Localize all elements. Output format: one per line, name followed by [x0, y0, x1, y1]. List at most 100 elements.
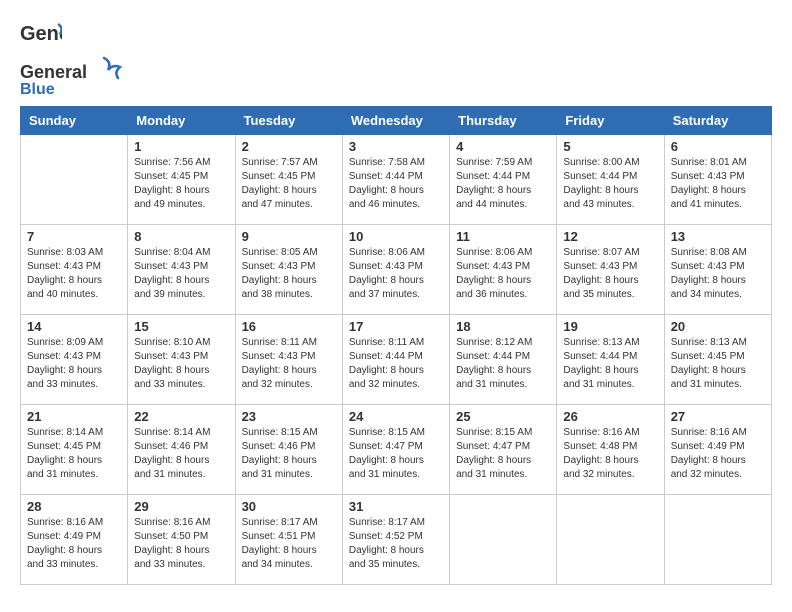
calendar-cell: 4 Sunrise: 7:59 AMSunset: 4:44 PMDaylight… [450, 135, 557, 225]
header: General General Blue [20, 20, 772, 96]
day-number: 27 [671, 409, 765, 424]
column-header-saturday: Saturday [664, 107, 771, 135]
week-row-2: 7 Sunrise: 8:03 AMSunset: 4:43 PMDaylight… [21, 225, 772, 315]
calendar-cell: 18 Sunrise: 8:12 AMSunset: 4:44 PMDayligh… [450, 315, 557, 405]
day-info: Sunrise: 8:16 AMSunset: 4:48 PMDaylight:… [563, 426, 657, 482]
day-info: Sunrise: 8:07 AMSunset: 4:43 PMDaylight:… [563, 246, 657, 302]
day-number: 19 [563, 319, 657, 334]
day-info: Sunrise: 8:14 AMSunset: 4:46 PMDaylight:… [134, 426, 228, 482]
calendar-cell: 15 Sunrise: 8:10 AMSunset: 4:43 PMDayligh… [128, 315, 235, 405]
day-number: 1 [134, 139, 228, 154]
calendar-cell: 30 Sunrise: 8:17 AMSunset: 4:51 PMDayligh… [235, 495, 342, 585]
day-number: 10 [349, 229, 443, 244]
day-number: 14 [27, 319, 121, 334]
svg-text:General: General [20, 62, 87, 82]
calendar-cell: 22 Sunrise: 8:14 AMSunset: 4:46 PMDayligh… [128, 405, 235, 495]
calendar-cell: 24 Sunrise: 8:15 AMSunset: 4:47 PMDayligh… [342, 405, 449, 495]
day-info: Sunrise: 8:00 AMSunset: 4:44 PMDaylight:… [563, 156, 657, 212]
day-info: Sunrise: 8:03 AMSunset: 4:43 PMDaylight:… [27, 246, 121, 302]
day-number: 20 [671, 319, 765, 334]
day-info: Sunrise: 8:12 AMSunset: 4:44 PMDaylight:… [456, 336, 550, 392]
column-header-tuesday: Tuesday [235, 107, 342, 135]
week-row-1: 1Sunrise: 7:56 AMSunset: 4:45 PMDaylight… [21, 135, 772, 225]
day-info: Sunrise: 8:06 AMSunset: 4:43 PMDaylight:… [349, 246, 443, 302]
day-number: 21 [27, 409, 121, 424]
calendar-cell: 14 Sunrise: 8:09 AMSunset: 4:43 PMDayligh… [21, 315, 128, 405]
column-header-monday: Monday [128, 107, 235, 135]
calendar-cell [450, 495, 557, 585]
calendar-header-row: SundayMondayTuesdayWednesdayThursdayFrid… [21, 107, 772, 135]
day-info: Sunrise: 8:01 AMSunset: 4:43 PMDaylight:… [671, 156, 765, 212]
day-info: Sunrise: 8:17 AMSunset: 4:52 PMDaylight:… [349, 516, 443, 572]
day-info: Sunrise: 8:15 AMSunset: 4:46 PMDaylight:… [242, 426, 336, 482]
day-info: Sunrise: 8:11 AMSunset: 4:43 PMDaylight:… [242, 336, 336, 392]
day-number: 30 [242, 499, 336, 514]
day-number: 24 [349, 409, 443, 424]
column-header-wednesday: Wednesday [342, 107, 449, 135]
day-number: 13 [671, 229, 765, 244]
day-number: 8 [134, 229, 228, 244]
calendar-cell: 19 Sunrise: 8:13 AMSunset: 4:44 PMDayligh… [557, 315, 664, 405]
day-number: 15 [134, 319, 228, 334]
day-number: 31 [349, 499, 443, 514]
calendar-cell: 12 Sunrise: 8:07 AMSunset: 4:43 PMDayligh… [557, 225, 664, 315]
calendar-cell: 28 Sunrise: 8:16 AMSunset: 4:49 PMDayligh… [21, 495, 128, 585]
calendar-cell: 31 Sunrise: 8:17 AMSunset: 4:52 PMDayligh… [342, 495, 449, 585]
day-number: 3 [349, 139, 443, 154]
calendar-cell: 27 Sunrise: 8:16 AMSunset: 4:49 PMDayligh… [664, 405, 771, 495]
calendar-cell: 7 Sunrise: 8:03 AMSunset: 4:43 PMDaylight… [21, 225, 128, 315]
calendar-cell: 25Sunrise: 8:15 AMSunset: 4:47 PMDayligh… [450, 405, 557, 495]
day-number: 22 [134, 409, 228, 424]
day-info: Sunrise: 7:58 AMSunset: 4:44 PMDaylight:… [349, 156, 443, 212]
day-number: 6 [671, 139, 765, 154]
day-number: 12 [563, 229, 657, 244]
week-row-3: 14 Sunrise: 8:09 AMSunset: 4:43 PMDayligh… [21, 315, 772, 405]
logo-svg: General Blue [20, 56, 130, 96]
day-info: Sunrise: 8:08 AMSunset: 4:43 PMDaylight:… [671, 246, 765, 302]
logo: General General Blue [20, 20, 130, 96]
calendar-cell: 5 Sunrise: 8:00 AMSunset: 4:44 PMDaylight… [557, 135, 664, 225]
day-number: 18 [456, 319, 550, 334]
day-number: 7 [27, 229, 121, 244]
week-row-5: 28 Sunrise: 8:16 AMSunset: 4:49 PMDayligh… [21, 495, 772, 585]
day-info: Sunrise: 8:13 AMSunset: 4:44 PMDaylight:… [563, 336, 657, 392]
day-info: Sunrise: 8:11 AMSunset: 4:44 PMDaylight:… [349, 336, 443, 392]
day-number: 26 [563, 409, 657, 424]
calendar-cell [664, 495, 771, 585]
calendar-cell [21, 135, 128, 225]
calendar-cell: 2Sunrise: 7:57 AMSunset: 4:45 PMDaylight… [235, 135, 342, 225]
calendar-cell: 16 Sunrise: 8:11 AMSunset: 4:43 PMDayligh… [235, 315, 342, 405]
day-number: 23 [242, 409, 336, 424]
calendar-cell: 3 Sunrise: 7:58 AMSunset: 4:44 PMDaylight… [342, 135, 449, 225]
calendar-cell: 29Sunrise: 8:16 AMSunset: 4:50 PMDayligh… [128, 495, 235, 585]
day-number: 4 [456, 139, 550, 154]
day-info: Sunrise: 8:15 AMSunset: 4:47 PMDaylight:… [349, 426, 443, 482]
day-info: Sunrise: 8:16 AMSunset: 4:49 PMDaylight:… [27, 516, 121, 572]
calendar-cell: 26 Sunrise: 8:16 AMSunset: 4:48 PMDayligh… [557, 405, 664, 495]
calendar-cell: 1Sunrise: 7:56 AMSunset: 4:45 PMDaylight… [128, 135, 235, 225]
day-info: Sunrise: 8:15 AMSunset: 4:47 PMDaylight:… [456, 426, 550, 482]
calendar-cell: 20Sunrise: 8:13 AMSunset: 4:45 PMDayligh… [664, 315, 771, 405]
day-number: 16 [242, 319, 336, 334]
day-info: Sunrise: 8:04 AMSunset: 4:43 PMDaylight:… [134, 246, 228, 302]
calendar-cell: 13 Sunrise: 8:08 AMSunset: 4:43 PMDayligh… [664, 225, 771, 315]
day-number: 28 [27, 499, 121, 514]
calendar-cell: 17Sunrise: 8:11 AMSunset: 4:44 PMDayligh… [342, 315, 449, 405]
calendar-cell: 9Sunrise: 8:05 AMSunset: 4:43 PMDaylight… [235, 225, 342, 315]
day-number: 29 [134, 499, 228, 514]
calendar-cell: 10 Sunrise: 8:06 AMSunset: 4:43 PMDayligh… [342, 225, 449, 315]
day-info: Sunrise: 8:16 AMSunset: 4:49 PMDaylight:… [671, 426, 765, 482]
day-number: 9 [242, 229, 336, 244]
day-number: 11 [456, 229, 550, 244]
column-header-sunday: Sunday [21, 107, 128, 135]
day-number: 5 [563, 139, 657, 154]
column-header-thursday: Thursday [450, 107, 557, 135]
day-info: Sunrise: 8:10 AMSunset: 4:43 PMDaylight:… [134, 336, 228, 392]
calendar-cell: 23 Sunrise: 8:15 AMSunset: 4:46 PMDayligh… [235, 405, 342, 495]
svg-text:General: General [20, 23, 62, 45]
logo-icon: General [20, 20, 62, 56]
day-info: Sunrise: 8:17 AMSunset: 4:51 PMDaylight:… [242, 516, 336, 572]
day-info: Sunrise: 7:59 AMSunset: 4:44 PMDaylight:… [456, 156, 550, 212]
calendar-cell [557, 495, 664, 585]
day-info: Sunrise: 8:09 AMSunset: 4:43 PMDaylight:… [27, 336, 121, 392]
